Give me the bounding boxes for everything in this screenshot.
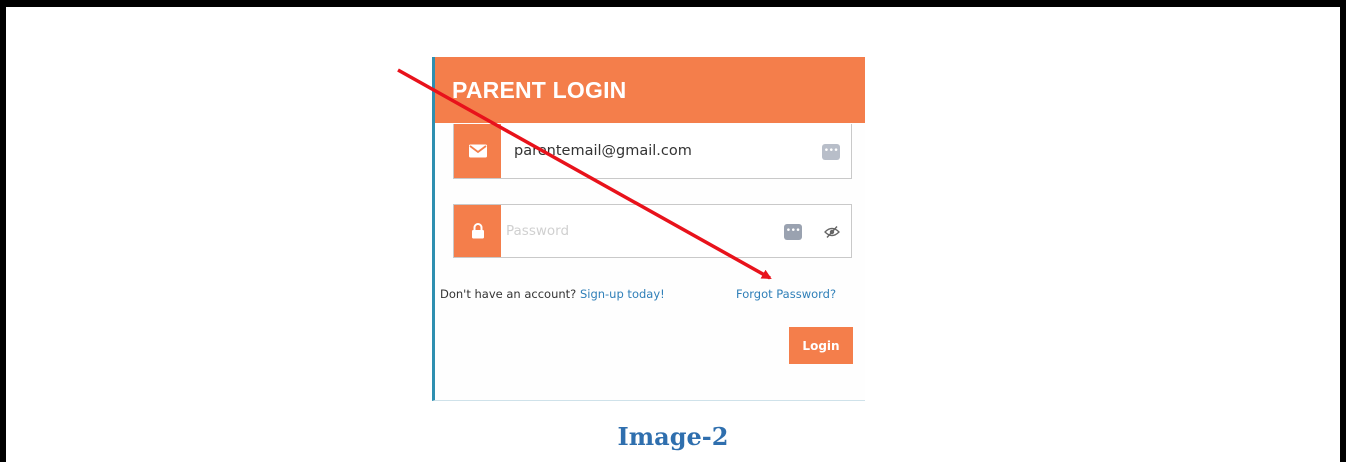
envelope-icon <box>454 124 501 178</box>
password-input-placeholder[interactable]: Password <box>506 223 569 239</box>
email-input-value[interactable]: parentemail@gmail.com <box>514 143 692 159</box>
show-password-eye-icon[interactable] <box>823 224 841 240</box>
lock-icon <box>454 205 501 257</box>
figure-caption: Image-2 <box>617 422 729 451</box>
no-account-text: Don't have an account? <box>440 287 577 301</box>
forgot-password-link[interactable]: Forgot Password? <box>736 287 836 301</box>
signup-link[interactable]: Sign-up today! <box>580 287 665 301</box>
login-title: PARENT LOGIN <box>452 77 627 103</box>
no-account-row: Don't have an account? Sign-up today! <box>440 287 665 301</box>
password-manager-icon[interactable]: ••• <box>822 144 840 160</box>
login-button[interactable]: Login <box>789 327 853 364</box>
email-field[interactable]: parentemail@gmail.com ••• <box>453 124 852 179</box>
password-field[interactable]: Password ••• <box>453 204 852 258</box>
password-manager-icon[interactable]: ••• <box>784 224 802 240</box>
login-screenshot: PARENT LOGIN parentemail@gmail.com ••• P… <box>432 57 865 401</box>
login-header: PARENT LOGIN <box>435 57 865 123</box>
